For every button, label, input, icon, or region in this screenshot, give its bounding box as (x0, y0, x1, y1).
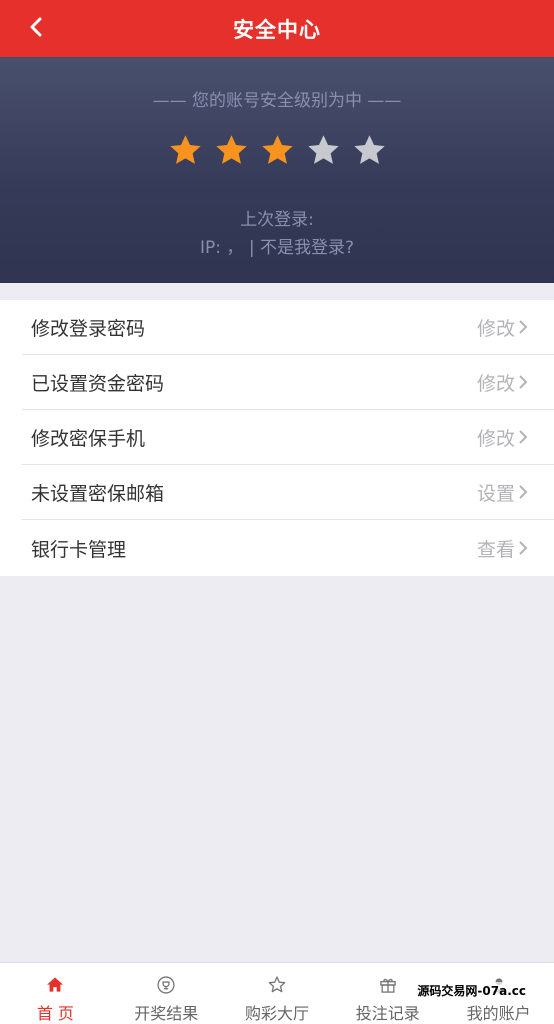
chevron-right-icon (519, 541, 528, 555)
tab-label: 开奖结果 (134, 1004, 199, 1023)
not-me-link[interactable]: 不是我登录? (260, 238, 354, 258)
tab-label: 购彩大厅 (244, 1004, 309, 1023)
star-icon (169, 135, 201, 164)
menu-item-label: 银行卡管理 (31, 538, 127, 561)
menu-item-login-password[interactable]: 修改登录密码 修改 (22, 300, 554, 355)
security-rating-stars (0, 133, 554, 168)
security-summary: —— 您的账号安全级别为中 —— 上次登录: IP: ， | 不是我登录? (0, 57, 554, 283)
star-outline-icon (268, 976, 286, 993)
page-title: 安全中心 (233, 17, 321, 42)
app-header: 安全中心 (0, 0, 554, 57)
ip-text: IP: ， | (200, 238, 255, 258)
star-icon (215, 135, 247, 164)
tab-lottery-hall[interactable]: 购彩大厅 (222, 963, 333, 1024)
menu-item-action: 修改 (476, 372, 515, 395)
last-login-label: 上次登录: (240, 210, 314, 230)
tab-home[interactable]: 首 页 (0, 963, 111, 1024)
star-icon (307, 135, 339, 164)
chevron-right-icon (519, 375, 528, 389)
chevron-right-icon (519, 430, 528, 444)
menu-item-fund-password[interactable]: 已设置资金密码 修改 (22, 355, 554, 410)
menu-item-bank-card[interactable]: 银行卡管理 查看 (22, 520, 554, 576)
menu-item-label: 修改登录密码 (31, 317, 146, 340)
chevron-right-icon (519, 485, 528, 499)
chevron-left-icon (30, 17, 42, 37)
tab-draw-results[interactable]: 开奖结果 (111, 963, 222, 1024)
chevron-right-icon (519, 320, 528, 334)
home-icon (47, 977, 64, 992)
security-level-text: —— 您的账号安全级别为中 —— (152, 91, 402, 111)
menu-item-action: 查看 (476, 538, 515, 561)
trophy-icon (157, 976, 175, 994)
menu-item-action: 修改 (476, 427, 515, 450)
star-icon (353, 135, 385, 164)
tab-label: 我的账户 (466, 1004, 531, 1023)
last-login-ip: IP: ， | 不是我登录? (0, 233, 554, 258)
menu-item-action: 设置 (476, 482, 515, 505)
tab-label: 首 页 (36, 1004, 74, 1023)
menu-item-security-email[interactable]: 未设置密保邮箱 设置 (22, 465, 554, 520)
security-menu: 修改登录密码 修改 已设置资金密码 修改 修改密保手机 修改 未设置密保邮箱 设… (0, 300, 554, 576)
menu-item-action: 修改 (476, 317, 515, 340)
tab-label: 投注记录 (355, 1004, 420, 1023)
back-button[interactable] (22, 13, 50, 41)
menu-item-label: 未设置密保邮箱 (31, 482, 165, 505)
watermark: 源码交易网-07a.cc (417, 982, 526, 999)
menu-item-label: 修改密保手机 (31, 427, 146, 450)
menu-item-label: 已设置资金密码 (31, 372, 165, 395)
gift-icon (380, 978, 396, 993)
menu-item-security-phone[interactable]: 修改密保手机 修改 (22, 410, 554, 465)
star-icon (261, 135, 293, 164)
